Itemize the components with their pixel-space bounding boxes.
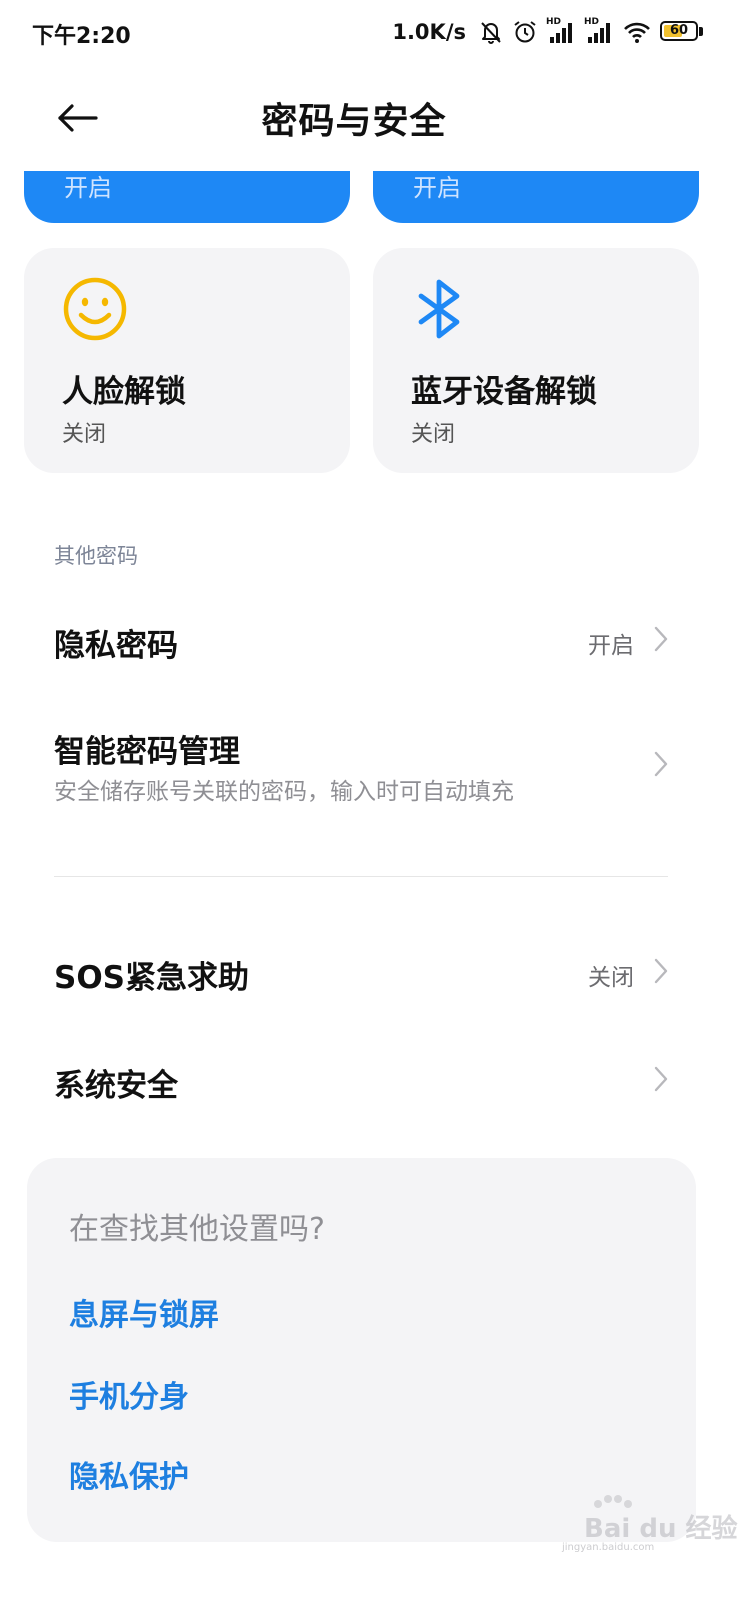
wifi-icon [622,19,652,45]
section-label-other-passwords: 其他密码 [54,544,138,568]
face-unlock-status: 关闭 [62,422,107,447]
face-unlock-card[interactable]: 人脸解锁 关闭 [24,248,350,473]
suggestion-link-privacy[interactable]: 隐私保护 [69,1452,189,1496]
suggestion-link-screen-lock[interactable]: 息屏与锁屏 [69,1290,219,1334]
bluetooth-icon [411,276,477,346]
face-unlock-title: 人脸解锁 [62,374,186,410]
privacy-password-title: 隐私密码 [54,628,178,664]
suggestions-title: 在查找其他设置吗? [69,1212,325,1247]
privacy-password-row[interactable]: 隐私密码 开启 [0,592,738,688]
chevron-right-icon [652,1064,670,1098]
chevron-right-icon [652,749,670,783]
smart-password-row[interactable]: 智能密码管理 安全储存账号关联的密码，输入时可自动填充 [0,700,738,830]
battery-icon: 60 [660,21,704,43]
bluetooth-unlock-card[interactable]: 蓝牙设备解锁 关闭 [373,248,699,473]
suggestion-link-dual-apps[interactable]: 手机分身 [69,1372,189,1416]
top-card-left-status: 开启 [64,174,112,202]
top-card-right-status: 开启 [413,174,461,202]
baidu-watermark: Bai du 经验 jingyan.baidu.com [552,1494,738,1553]
smiley-face-icon [62,276,128,346]
status-icons: 1.0K/s HD HD 60 [392,16,704,48]
chevron-right-icon [652,624,670,658]
sos-row[interactable]: SOS紧急求助 关闭 [0,924,738,1020]
smart-password-subtitle: 安全储存账号关联的密码，输入时可自动填充 [54,779,514,805]
status-bar: 下午2:20 1.0K/s HD HD 60 [0,0,738,64]
battery-level: 60 [669,23,689,38]
sos-title: SOS紧急求助 [54,960,250,996]
signal-hd-icon: HD [584,17,614,45]
bluetooth-unlock-title: 蓝牙设备解锁 [411,374,597,410]
page-title: 密码与安全 [261,101,447,142]
system-security-title: 系统安全 [54,1068,178,1104]
sos-value: 关闭 [588,965,634,991]
bell-muted-icon [478,19,504,45]
status-time: 下午2:20 [32,24,131,49]
watermark-text: Bai du 经验 [584,1514,738,1544]
header-bar: 下午2:20 1.0K/s HD HD 60 密码与安全 [0,0,738,171]
divider [54,876,668,877]
suggestions-panel: 在查找其他设置吗? 息屏与锁屏 手机分身 隐私保护 [27,1158,696,1542]
signal-hd-icon: HD [546,17,576,45]
bluetooth-unlock-status: 关闭 [411,422,456,447]
alarm-icon [512,19,538,45]
chevron-right-icon [652,956,670,990]
system-security-row[interactable]: 系统安全 [0,1032,738,1128]
network-speed: 1.0K/s [392,20,466,44]
smart-password-title: 智能密码管理 [54,734,240,770]
watermark-sub: jingyan.baidu.com [562,1542,655,1553]
privacy-password-value: 开启 [588,633,634,659]
